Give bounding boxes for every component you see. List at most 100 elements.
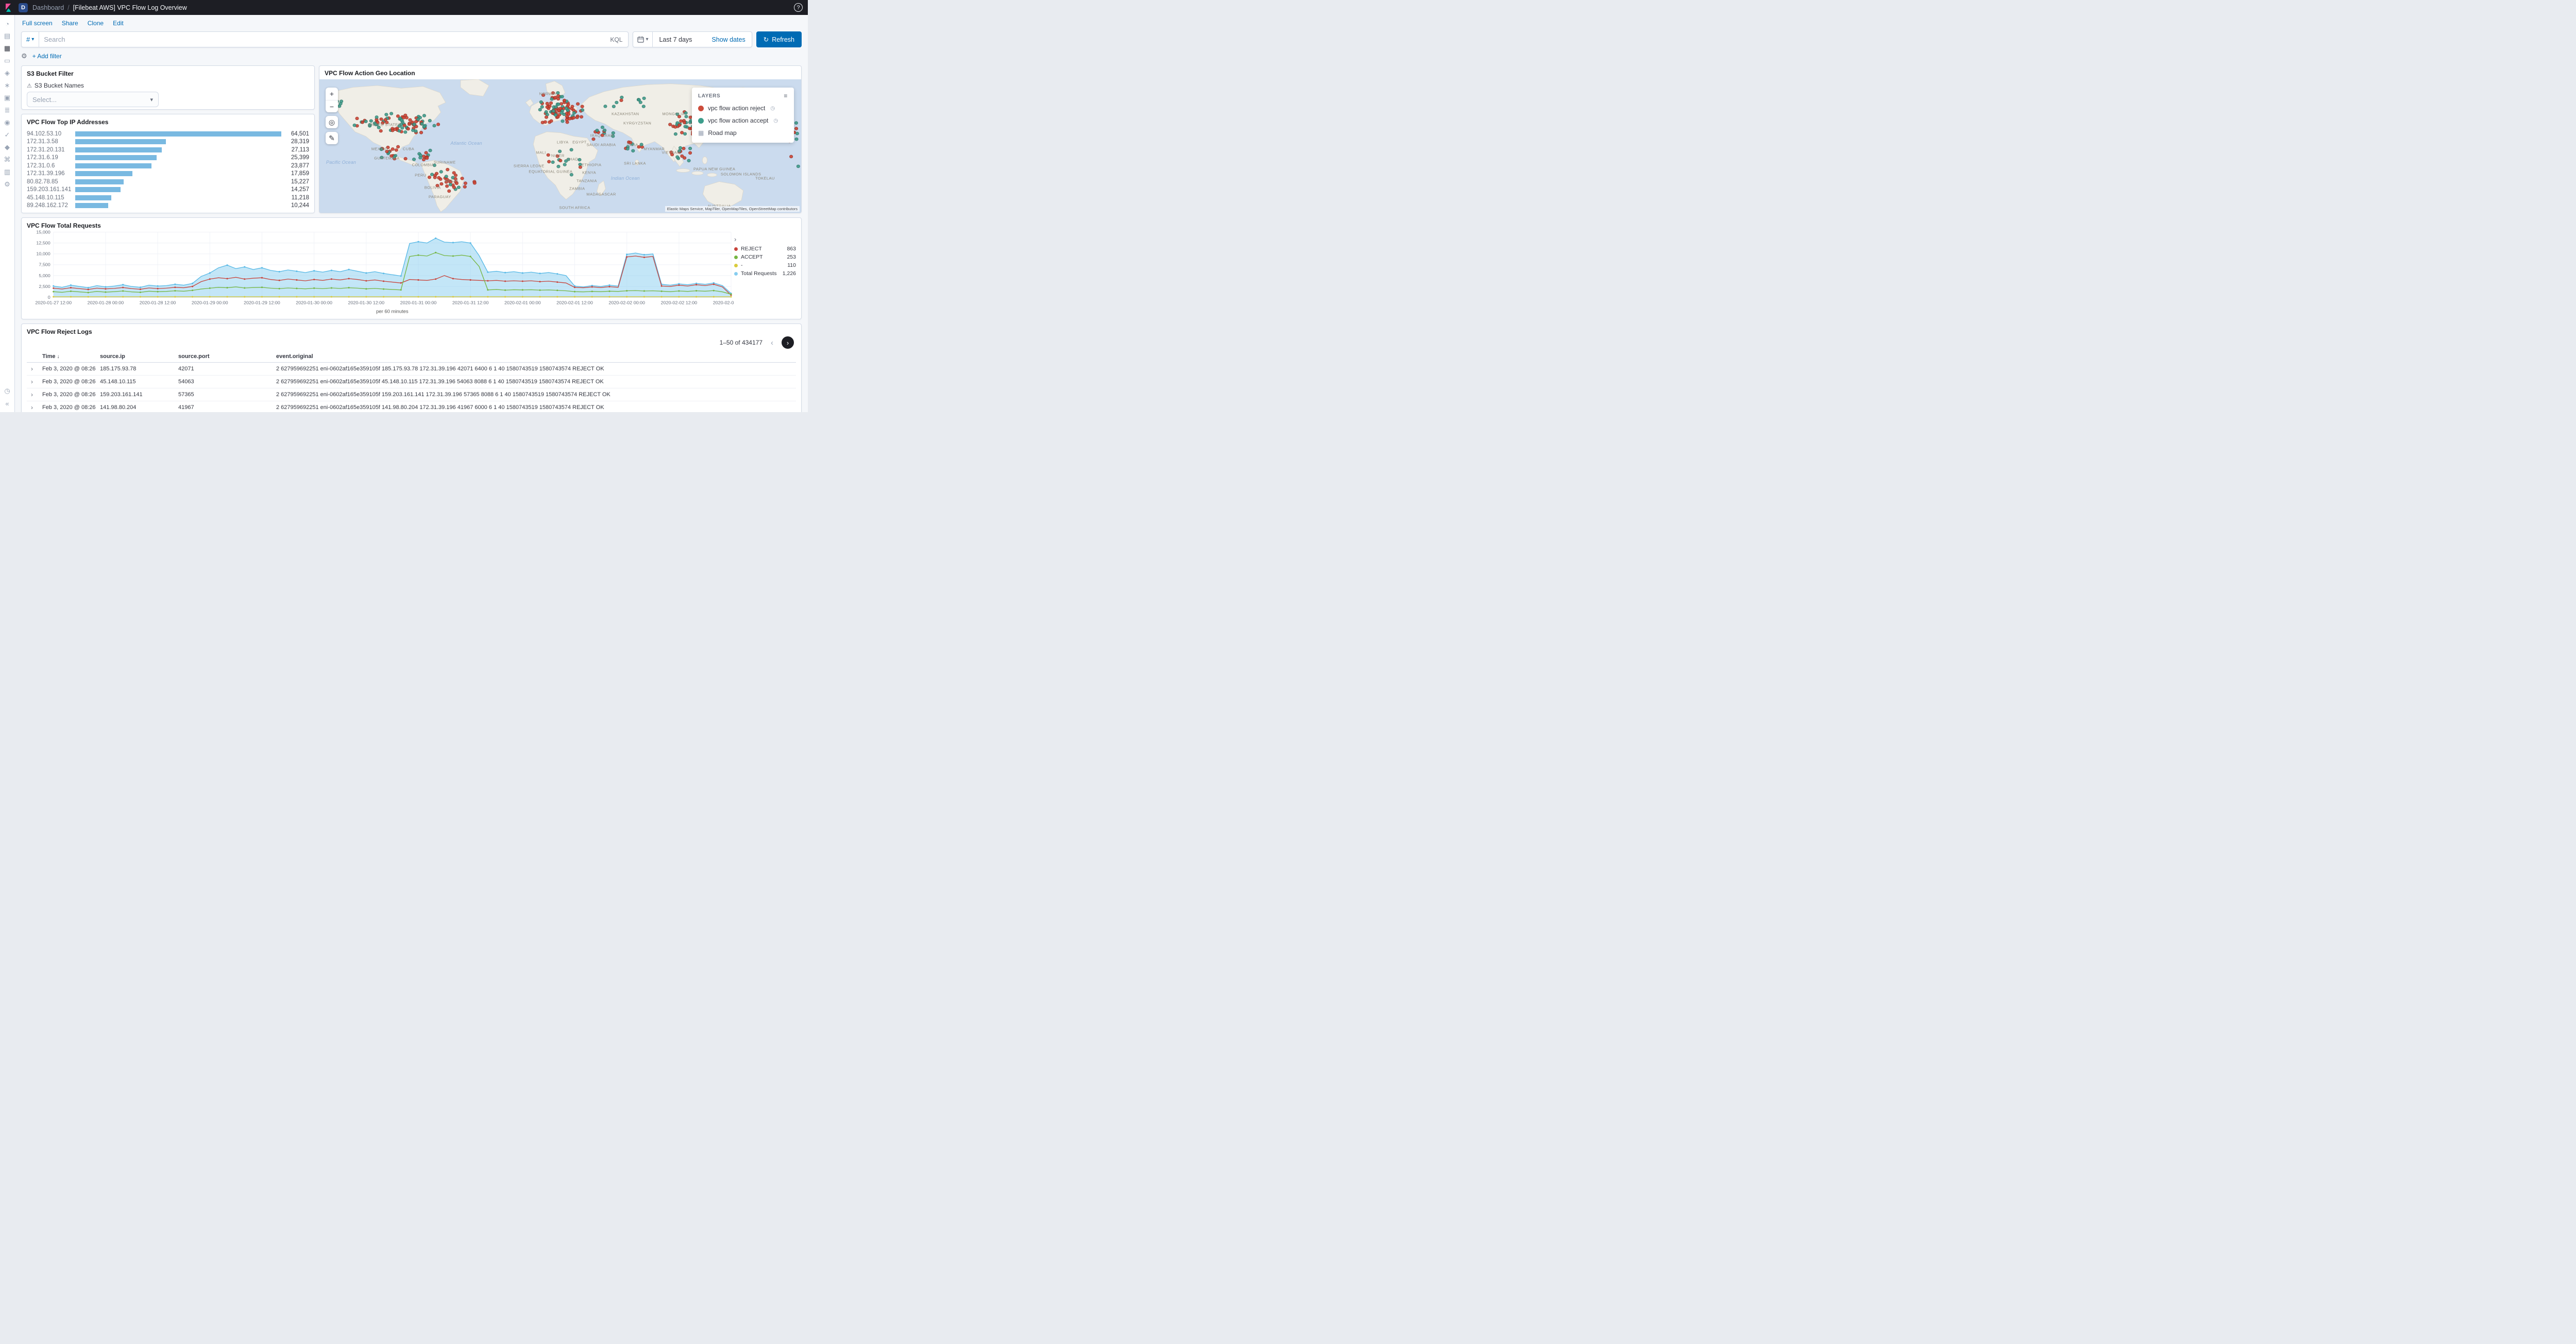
geo-dot-reject[interactable] <box>463 181 467 185</box>
geo-dot-accept[interactable] <box>603 105 607 108</box>
discover-icon[interactable]: ◔ <box>2 18 13 30</box>
geo-dot-accept[interactable] <box>611 131 615 135</box>
dev-tools-icon[interactable]: ⌘ <box>2 154 13 166</box>
geo-dot-accept[interactable] <box>560 111 564 115</box>
geo-dot-reject[interactable] <box>463 185 467 189</box>
geo-dot-reject[interactable] <box>396 145 400 149</box>
geo-dot-accept[interactable] <box>384 113 388 116</box>
draw-tools-button[interactable]: ✎ <box>326 132 338 144</box>
geo-dot-accept[interactable] <box>368 123 372 127</box>
geo-dot-reject[interactable] <box>548 104 552 108</box>
geo-dot-accept[interactable] <box>569 148 573 151</box>
geo-dot-reject[interactable] <box>396 114 400 118</box>
stack-monitoring-icon[interactable]: ▥ <box>2 166 13 178</box>
space-badge[interactable]: D <box>19 3 28 12</box>
geo-dot-accept[interactable] <box>688 146 692 150</box>
legend-item[interactable]: ACCEPT 253 <box>734 253 796 261</box>
geo-dot-reject[interactable] <box>600 133 604 137</box>
geo-dot-reject[interactable] <box>571 116 575 120</box>
geo-dot-reject[interactable] <box>578 165 582 169</box>
geo-dot-reject[interactable] <box>789 155 793 159</box>
geo-dot-reject[interactable] <box>419 131 423 134</box>
geo-dot-accept[interactable] <box>554 105 558 109</box>
geo-dot-accept[interactable] <box>411 128 415 132</box>
apm-icon[interactable]: ◉ <box>2 116 13 129</box>
geo-dot-accept[interactable] <box>428 148 432 152</box>
collapse-nav-icon[interactable]: « <box>2 397 13 410</box>
geo-dot-accept[interactable] <box>615 100 619 105</box>
collapse-layers-icon[interactable]: ≡ <box>784 92 788 99</box>
geo-dot-accept[interactable] <box>556 164 561 168</box>
previous-page-icon[interactable]: ‹ <box>769 338 775 347</box>
ip-bar[interactable] <box>75 171 132 177</box>
visualize-icon[interactable]: ▤ <box>2 30 13 42</box>
geo-dot-reject[interactable] <box>436 123 440 126</box>
full-screen-link[interactable]: Full screen <box>22 20 53 27</box>
geo-dot-accept[interactable] <box>688 121 692 124</box>
geo-dot-accept[interactable] <box>578 158 582 162</box>
geo-dot-reject[interactable] <box>389 154 394 158</box>
expand-row-icon[interactable]: › <box>31 404 33 411</box>
geo-dot-reject[interactable] <box>453 174 458 177</box>
geo-dot-accept[interactable] <box>422 114 427 117</box>
geo-dot-accept[interactable] <box>564 106 568 110</box>
geo-dot-accept[interactable] <box>561 119 565 123</box>
saved-query-menu-button[interactable]: # ▾ <box>22 32 40 47</box>
geo-dot-reject[interactable] <box>637 145 641 149</box>
geo-dot-accept[interactable] <box>556 103 561 106</box>
geo-dot-accept[interactable] <box>397 124 401 128</box>
share-link[interactable]: Share <box>62 20 78 27</box>
legend-item[interactable]: REJECT 863 <box>734 245 796 253</box>
geo-dot-accept[interactable] <box>572 111 576 115</box>
show-dates-link[interactable]: Show dates <box>698 36 751 43</box>
geo-dot-reject[interactable] <box>452 185 456 189</box>
geo-dot-reject[interactable] <box>381 121 385 125</box>
timeseries-chart[interactable]: 2020-01-27 12:00 2020-01-28 00:00 2020-01-… <box>27 229 734 316</box>
geo-dot-reject[interactable] <box>408 118 412 122</box>
geo-dot-accept[interactable] <box>444 175 448 178</box>
geo-dot-accept[interactable] <box>625 147 630 151</box>
geo-dot-accept[interactable] <box>558 149 562 154</box>
machine-learning-icon[interactable]: ∗ <box>2 79 13 92</box>
geo-dot-reject[interactable] <box>435 183 439 188</box>
ip-bar[interactable] <box>75 187 121 193</box>
geo-dot-accept[interactable] <box>379 147 383 151</box>
geo-dot-reject[interactable] <box>391 147 395 151</box>
geo-dot-reject[interactable] <box>682 121 687 125</box>
geo-dot-accept[interactable] <box>432 163 436 167</box>
geo-dot-reject[interactable] <box>543 120 547 124</box>
breadcrumb-dashboard[interactable]: Dashboard <box>32 4 64 11</box>
geo-dot-reject[interactable] <box>575 102 580 106</box>
geo-dot-accept[interactable] <box>412 123 416 126</box>
geo-dot-reject[interactable] <box>425 156 429 160</box>
geo-dot-accept[interactable] <box>397 129 401 133</box>
geo-dot-reject[interactable] <box>404 116 409 120</box>
geo-dot-accept[interactable] <box>631 149 635 153</box>
geo-dot-accept[interactable] <box>430 173 434 176</box>
geo-dot-accept[interactable] <box>581 108 585 112</box>
geo-dot-accept[interactable] <box>540 105 544 109</box>
geo-dot-reject[interactable] <box>619 98 623 103</box>
geo-dot-accept[interactable] <box>448 182 452 186</box>
geo-dot-reject[interactable] <box>424 151 428 155</box>
column-header-source-ip[interactable]: source.ip <box>96 351 174 363</box>
uptime-icon[interactable]: ✓ <box>2 129 13 141</box>
geo-dot-reject[interactable] <box>460 177 464 180</box>
column-header-event-original[interactable]: event.original <box>272 351 796 363</box>
geo-dot-reject[interactable] <box>680 154 684 158</box>
geo-dot-reject[interactable] <box>394 148 398 152</box>
geo-dot-accept[interactable] <box>352 123 357 127</box>
geo-dot-accept[interactable] <box>556 91 560 95</box>
ip-bar[interactable] <box>75 155 157 161</box>
geo-dot-reject[interactable] <box>680 131 684 134</box>
geo-dot-accept[interactable] <box>418 154 422 157</box>
add-filter-link[interactable]: + Add filter <box>32 53 62 60</box>
layer-item[interactable]: ▦ Road map <box>698 129 788 137</box>
ip-bar[interactable] <box>75 139 166 145</box>
geo-dot-accept[interactable] <box>432 124 436 128</box>
geo-dot-accept[interactable] <box>796 164 800 168</box>
geo-dot-reject[interactable] <box>570 105 574 109</box>
world-map[interactable]: NORWAY UNITED STATES MEXICO CUBA GUATEMALA CO… <box>319 79 801 213</box>
geo-dot-reject[interactable] <box>677 115 681 118</box>
geo-dot-accept[interactable] <box>675 155 680 159</box>
